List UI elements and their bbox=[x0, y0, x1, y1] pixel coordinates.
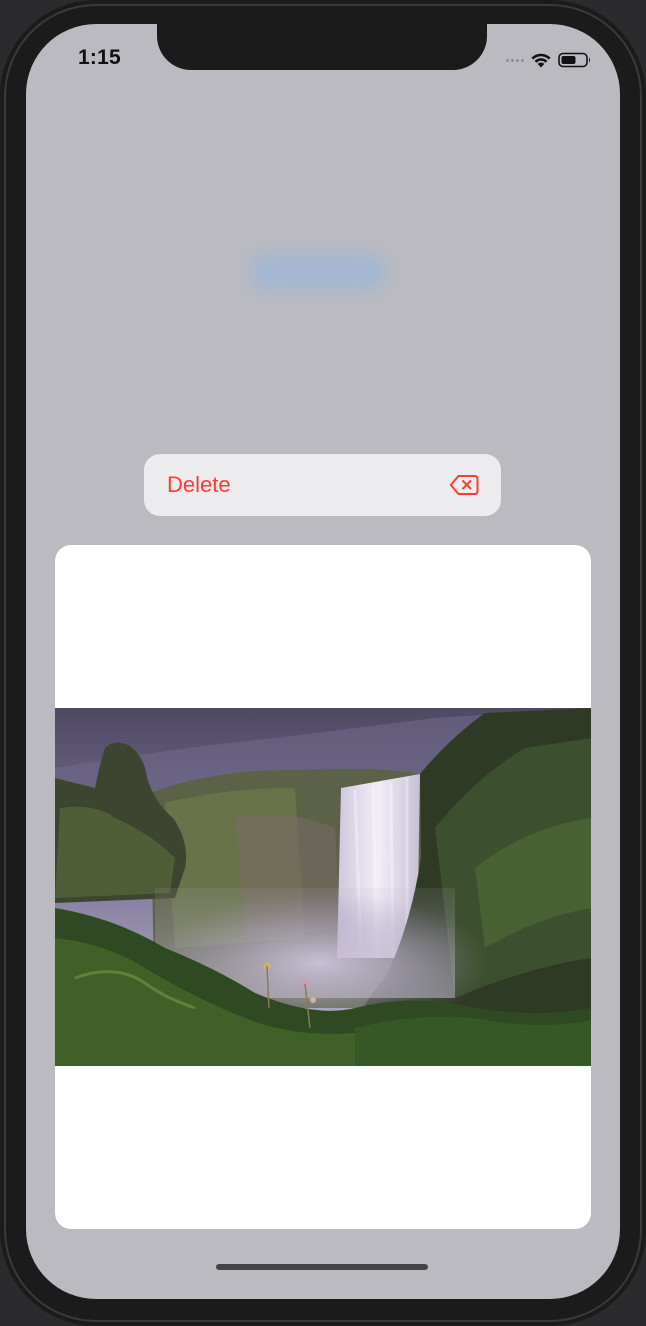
delete-backward-icon bbox=[449, 475, 479, 495]
context-menu-delete[interactable]: Delete bbox=[144, 454, 501, 516]
screen: 1:15 Delete bbox=[26, 24, 620, 1299]
waterfall-photo bbox=[55, 708, 591, 1066]
wifi-icon bbox=[531, 53, 551, 68]
battery-icon bbox=[558, 52, 590, 68]
notch bbox=[157, 24, 487, 70]
status-icons bbox=[506, 50, 592, 70]
status-time: 1:15 bbox=[78, 46, 121, 69]
delete-label: Delete bbox=[167, 472, 231, 497]
phone-frame: 1:15 Delete bbox=[0, 0, 646, 1326]
waterfall-image bbox=[55, 708, 591, 1066]
home-indicator[interactable] bbox=[216, 1264, 428, 1270]
image-preview-card bbox=[55, 545, 591, 1229]
blurred-background-button bbox=[248, 252, 388, 292]
signal-dots-icon bbox=[506, 58, 524, 62]
